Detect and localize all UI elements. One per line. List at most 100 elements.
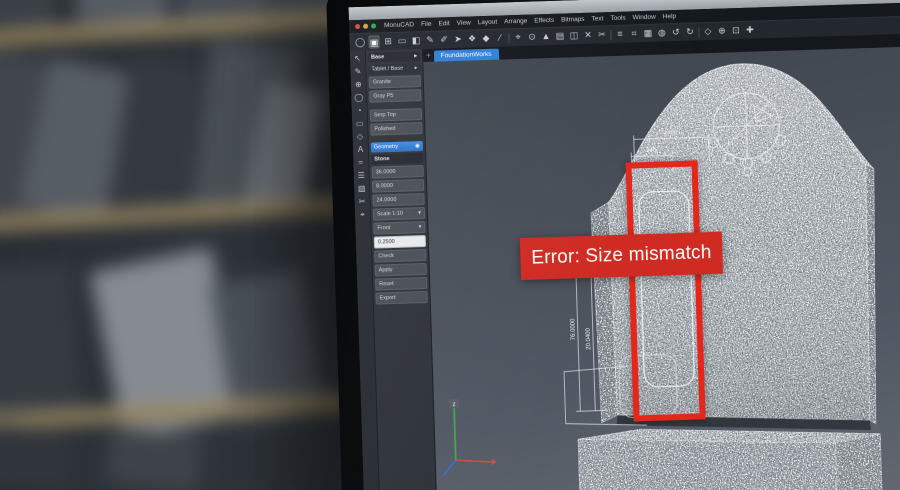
toolbar-button-icon[interactable]: ⊙ bbox=[526, 30, 537, 43]
panel-row[interactable]: Front ▾ bbox=[373, 221, 425, 235]
toolbar-button-icon[interactable]: ⊡ bbox=[730, 24, 741, 37]
tool-button-icon[interactable]: ◇ bbox=[357, 132, 363, 141]
panel-row-aux: ▸ bbox=[415, 63, 418, 73]
panel-row-label: Serp Top bbox=[374, 110, 396, 121]
toolbar-button-icon[interactable]: ❖ bbox=[466, 32, 477, 45]
toolbar-button-icon[interactable]: ✂ bbox=[596, 28, 607, 41]
toolbar-button-icon[interactable]: ◯ bbox=[354, 36, 365, 49]
menu-item[interactable]: Bitmaps bbox=[561, 16, 585, 24]
toolbar-button-icon[interactable]: ∕ bbox=[494, 31, 505, 44]
toolbar-button-icon[interactable]: ↻ bbox=[684, 25, 695, 38]
panel-row-label: 8.0000 bbox=[376, 181, 393, 192]
panel-row[interactable]: Polished bbox=[370, 122, 422, 136]
menu-item[interactable]: Tools bbox=[610, 15, 625, 22]
toolbar-button-icon[interactable]: ⊕ bbox=[716, 24, 727, 37]
panel-row[interactable]: Granite bbox=[369, 75, 421, 89]
toolbar-button-icon[interactable]: ✎ bbox=[424, 34, 435, 47]
toolbar-button-icon[interactable]: ▲ bbox=[540, 30, 551, 43]
panel-row[interactable]: Reset bbox=[375, 277, 427, 291]
toolbar-button-icon[interactable]: ▤ bbox=[554, 30, 565, 43]
tool-button-icon[interactable]: ✂ bbox=[359, 197, 366, 206]
tool-button-icon[interactable]: ✎ bbox=[355, 67, 362, 76]
toolbar-button-icon[interactable]: ✐ bbox=[438, 33, 449, 46]
toolbar-button-icon[interactable]: ◍ bbox=[656, 26, 667, 39]
menu-item[interactable]: Text bbox=[591, 15, 603, 22]
toolbar-button-icon[interactable]: ◧ bbox=[410, 34, 421, 47]
toolbar-button-icon[interactable]: ✚ bbox=[744, 24, 755, 37]
tool-button-icon[interactable]: ⊕ bbox=[355, 80, 362, 89]
toolbar-button-icon[interactable]: ◆ bbox=[480, 32, 491, 45]
panel-row-label: Granite bbox=[373, 77, 391, 88]
toolbar-button-icon[interactable]: ⌗ bbox=[628, 27, 639, 40]
toolbar-button-icon[interactable]: ▦ bbox=[642, 27, 653, 40]
menu-item[interactable]: Help bbox=[663, 13, 677, 20]
panel-row-label: 0.2500 bbox=[378, 237, 395, 248]
toolbar-button-icon[interactable] bbox=[610, 30, 611, 40]
panel-row-aux: ▾ bbox=[418, 208, 421, 218]
panel-row[interactable]: Serp Top bbox=[370, 108, 422, 122]
zoom-window-button[interactable] bbox=[371, 23, 376, 28]
tool-button-icon[interactable]: ☰ bbox=[358, 171, 365, 180]
toolbar-button-icon[interactable] bbox=[508, 33, 509, 43]
toolbar-button-icon[interactable]: ⊞ bbox=[382, 35, 393, 48]
panel-row-label: Geometry bbox=[374, 142, 398, 153]
tool-button-icon[interactable]: ▭ bbox=[356, 119, 364, 128]
panel-row[interactable]: Gray P5 bbox=[369, 89, 421, 103]
menu-item[interactable]: MonuCAD bbox=[384, 21, 414, 29]
monitor: MonuCAD File Edit View Layout Arrange Effects B… bbox=[326, 0, 900, 490]
panel-row[interactable]: 24.0000 bbox=[372, 193, 424, 207]
menu-item[interactable]: Edit bbox=[438, 20, 449, 27]
panel-row[interactable] bbox=[371, 136, 423, 141]
3d-viewport[interactable]: 1400 240 76.0000 20.0400 bbox=[423, 43, 900, 490]
menu-item[interactable]: View bbox=[457, 19, 471, 26]
toolbar-button-icon[interactable]: ◇ bbox=[702, 25, 713, 38]
close-window-button[interactable] bbox=[355, 24, 360, 29]
panel-row[interactable]: Stone bbox=[371, 153, 423, 165]
tool-button-icon[interactable]: ◔ bbox=[357, 106, 362, 115]
tool-button-icon[interactable]: ↖ bbox=[354, 54, 361, 63]
tool-button-icon[interactable]: ⌖ bbox=[360, 210, 365, 219]
screen: MonuCAD File Edit View Layout Arrange Effects B… bbox=[348, 0, 900, 490]
menu-item[interactable]: Layout bbox=[478, 19, 498, 27]
toolbar-button-icon[interactable]: ▣ bbox=[368, 35, 379, 48]
toolbar-button-icon[interactable]: ⌖ bbox=[512, 31, 523, 44]
menu-item[interactable]: Effects bbox=[534, 17, 554, 25]
panel-row[interactable]: Base ▸ bbox=[368, 51, 420, 63]
tool-button-icon[interactable]: ◯ bbox=[354, 93, 363, 102]
tool-button-icon[interactable]: A bbox=[358, 145, 364, 154]
tool-button-icon[interactable]: ≈ bbox=[359, 158, 364, 167]
toolbar-button-icon[interactable] bbox=[698, 27, 699, 37]
panel-row[interactable]: Apply bbox=[375, 263, 427, 277]
minimize-window-button[interactable] bbox=[363, 24, 368, 29]
toolbar-button-icon[interactable]: ≡ bbox=[614, 28, 625, 41]
panel-row[interactable] bbox=[370, 103, 422, 108]
panel-row[interactable]: Check bbox=[374, 249, 426, 263]
y-axis bbox=[443, 460, 456, 475]
add-tab-button[interactable]: + bbox=[426, 49, 431, 62]
menu-item[interactable]: Window bbox=[633, 14, 656, 22]
panel-row[interactable]: 0.2500 bbox=[374, 235, 426, 249]
tool-button-icon[interactable]: ▧ bbox=[358, 184, 366, 193]
book bbox=[0, 0, 62, 28]
panel-row-label: Check bbox=[378, 251, 394, 261]
toolbar-button-icon[interactable]: ▭ bbox=[396, 34, 407, 47]
toolbar-button-icon[interactable]: ↺ bbox=[670, 26, 681, 39]
toolbar-button-icon[interactable]: ➤ bbox=[452, 33, 463, 46]
menu-item[interactable]: File bbox=[421, 21, 432, 28]
panel-row-label: Apply bbox=[379, 265, 393, 275]
panel-row[interactable]: Scale 1:10 ▾ bbox=[373, 207, 425, 221]
base-right-side-face bbox=[835, 434, 882, 490]
toolbar-button-icon[interactable]: ◫ bbox=[568, 29, 579, 42]
panel-row-label: Scale 1:10 bbox=[377, 209, 403, 220]
panel-row[interactable]: Export bbox=[375, 291, 427, 305]
photo-of-monitor-scene: MonuCAD File Edit View Layout Arrange Effects B… bbox=[0, 0, 900, 490]
menu-item[interactable]: Arrange bbox=[504, 18, 527, 26]
panel-row-label: Stone bbox=[374, 154, 390, 164]
panel-row[interactable]: Tablet / Base ▸ bbox=[368, 63, 420, 75]
workspace: ↖ ✎ ⊕ ◯ ◔ ▭ ◇ A ≈ ☰ ▧ ✂ ⌖ Base ▸ Tablet / Base bbox=[350, 30, 900, 490]
panel-row[interactable]: 36.0000 bbox=[372, 165, 424, 179]
panel-row[interactable]: Geometry ◉ bbox=[371, 141, 423, 153]
panel-row-label: Tablet / Base bbox=[371, 64, 403, 75]
toolbar-button-icon[interactable]: ✕ bbox=[582, 29, 593, 42]
panel-row[interactable]: 8.0000 bbox=[372, 179, 424, 193]
